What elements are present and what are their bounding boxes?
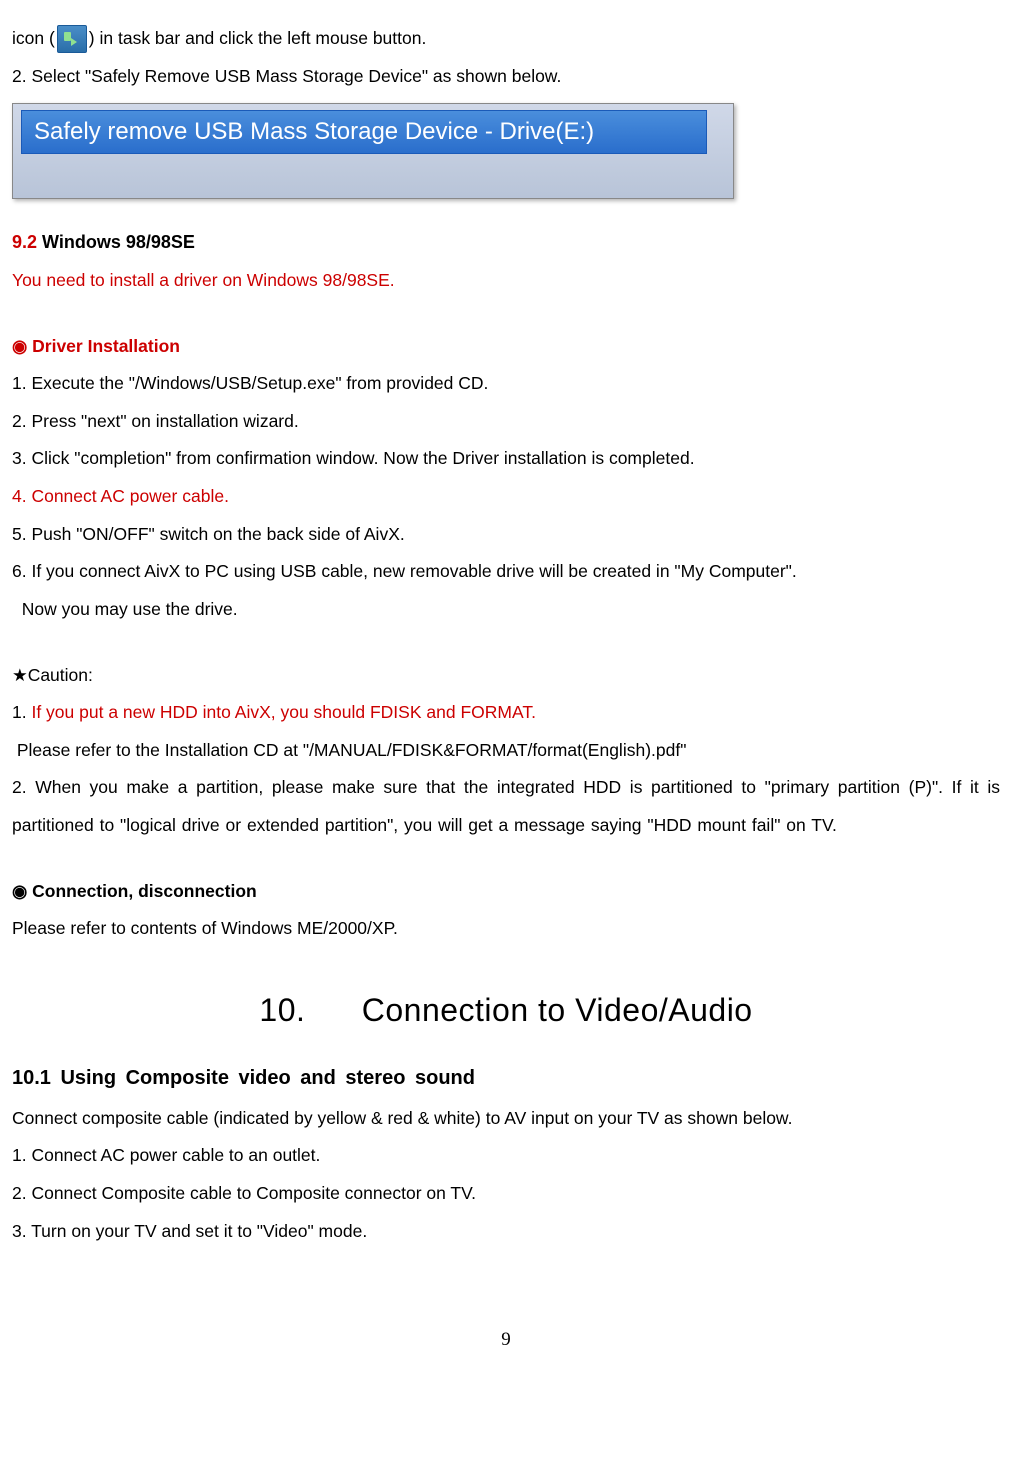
menu-item-label: Safely remove USB Mass Storage Device - …: [34, 106, 594, 158]
caution-heading: ★Caution:: [12, 657, 1000, 695]
connection-text: Please refer to contents of Windows ME/2…: [12, 910, 1000, 948]
section-10-intro: Connect composite cable (indicated by ye…: [12, 1100, 1000, 1138]
step-text-red: 4. Connect AC power cable.: [12, 478, 1000, 516]
step-text: Now you may use the drive.: [12, 591, 1000, 629]
subheading-driver-installation: ◉ Driver Installation: [12, 328, 1000, 366]
subheading-text: ◉ Driver Installation: [12, 336, 180, 356]
menu-item-safely-remove: Safely remove USB Mass Storage Device - …: [21, 110, 707, 154]
text-fragment: 1.: [12, 702, 31, 722]
section-heading-10: 10. Connection to Video/Audio: [12, 976, 1000, 1045]
step-text: 3. Click "completion" from confirmation …: [12, 440, 1000, 478]
step-text: 1. Execute the "/Windows/USB/Setup.exe" …: [12, 365, 1000, 403]
subheading-connection: ◉ Connection, disconnection: [12, 873, 1000, 911]
section-number: 9.2: [12, 232, 37, 252]
text-fragment: ) in task bar and click the left mouse b…: [89, 28, 427, 48]
step-text: 2. Select "Safely Remove USB Mass Storag…: [12, 58, 1000, 96]
section-title-text: Windows 98/98SE: [37, 232, 195, 252]
step-text: 6. If you connect AivX to PC using USB c…: [12, 553, 1000, 591]
step-text: 2. Connect Composite cable to Composite …: [12, 1175, 1000, 1213]
step-text: 3. Turn on your TV and set it to "Video"…: [12, 1213, 1000, 1251]
caution-item-1: 1. If you put a new HDD into AivX, you s…: [12, 694, 1000, 732]
section-heading-10-1: 10.1 Using Composite video and stereo so…: [12, 1057, 1000, 1100]
text-fragment: icon (: [12, 28, 55, 48]
caution-item-2: 2. When you make a partition, please mak…: [12, 769, 1000, 844]
driver-note: You need to install a driver on Windows …: [12, 262, 1000, 300]
step-text: 2. Press "next" on installation wizard.: [12, 403, 1000, 441]
text-fragment-red: If you put a new HDD into AivX, you shou…: [31, 702, 535, 722]
screenshot-safely-remove: Safely remove USB Mass Storage Device - …: [12, 103, 734, 199]
page-number: 9: [12, 1320, 1000, 1361]
paragraph-icon-line: icon ( ) in task bar and click the left m…: [12, 20, 1000, 58]
step-text: 1. Connect AC power cable to an outlet.: [12, 1137, 1000, 1175]
usb-eject-icon: [57, 25, 87, 53]
section-heading-9-2: 9.2 Windows 98/98SE: [12, 223, 1000, 262]
caution-ref: Please refer to the Installation CD at "…: [12, 732, 1000, 770]
step-text: 5. Push "ON/OFF" switch on the back side…: [12, 516, 1000, 554]
